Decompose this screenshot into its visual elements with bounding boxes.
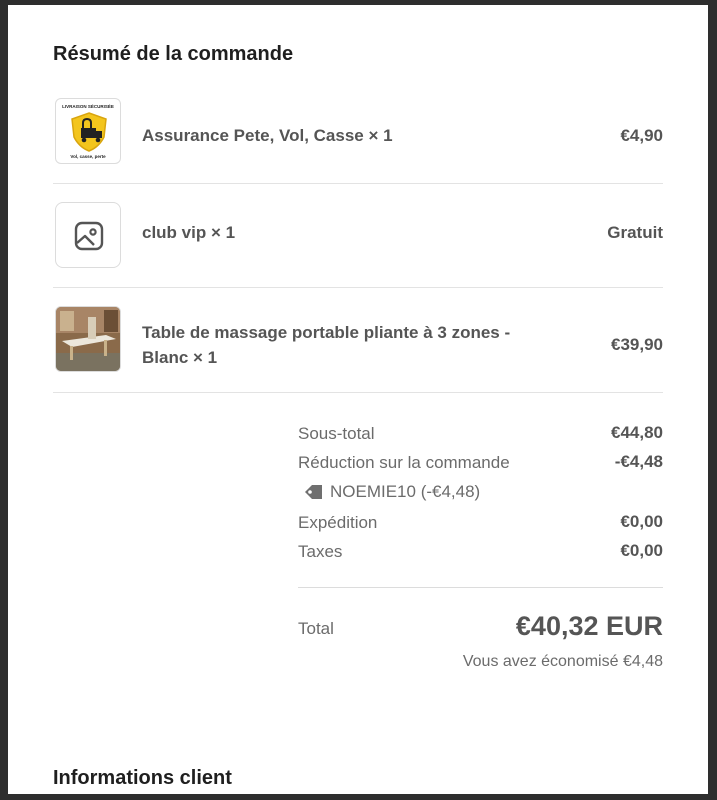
discount-code-text: NOEMIE10 (-€4,48) — [330, 482, 481, 501]
massage-table-photo — [56, 307, 120, 371]
savings-text: Vous avez économisé €4,48 — [462, 653, 663, 670]
taxes-label: Taxes — [298, 542, 343, 561]
image-placeholder-icon — [74, 221, 104, 251]
item-name: club vip × 1 — [142, 223, 236, 242]
tag-icon — [305, 485, 322, 499]
shipping-value: €0,00 — [620, 512, 663, 531]
item-price: €4,90 — [620, 126, 663, 145]
discount-value: -€4,48 — [614, 452, 663, 471]
line-item: Table de massage portable pliante à 3 zo… — [53, 305, 663, 375]
insurance-badge-bottom-text: Vol, casse, perte — [70, 154, 106, 159]
insurance-thumbnail: LIVRAISON SÉCURISÉE Vol, casse, perte — [55, 98, 121, 164]
shipping-label: Expédition — [298, 513, 378, 532]
item-divider — [53, 183, 663, 184]
summary-divider — [53, 392, 663, 393]
line-item: club vip × 1 Gratuit — [53, 201, 663, 269]
discount-code-row: NOEMIE10 (-€4,48) — [304, 482, 480, 502]
line-item: LIVRAISON SÉCURISÉE Vol, casse, perte As… — [53, 97, 663, 165]
item-name-line-1: Table de massage portable pliante à 3 zo… — [142, 323, 511, 342]
order-summary-panel: Résumé de la commande LIVRAISON SÉCURISÉ… — [8, 5, 708, 794]
subtotal-value: €44,80 — [611, 423, 663, 442]
item-price: Gratuit — [607, 223, 663, 242]
total-value: €40,32 EUR — [515, 611, 663, 641]
massage-table-thumbnail — [55, 306, 121, 372]
item-divider — [53, 287, 663, 288]
discount-label: Réduction sur la commande — [298, 453, 510, 472]
order-summary-title: Résumé de la commande — [53, 43, 294, 65]
insurance-shield-icon — [71, 112, 107, 152]
customer-info-title: Informations client — [53, 767, 232, 789]
total-label: Total — [298, 619, 334, 638]
insurance-badge-top-text: LIVRAISON SÉCURISÉE — [62, 104, 114, 109]
total-divider — [298, 587, 663, 588]
taxes-value: €0,00 — [620, 541, 663, 560]
placeholder-thumbnail — [55, 202, 121, 268]
item-name: Assurance Pete, Vol, Casse × 1 — [142, 126, 393, 145]
subtotal-label: Sous-total — [298, 424, 375, 443]
item-price: €39,90 — [611, 335, 663, 354]
item-name-line-2: Blanc × 1 — [142, 348, 218, 367]
